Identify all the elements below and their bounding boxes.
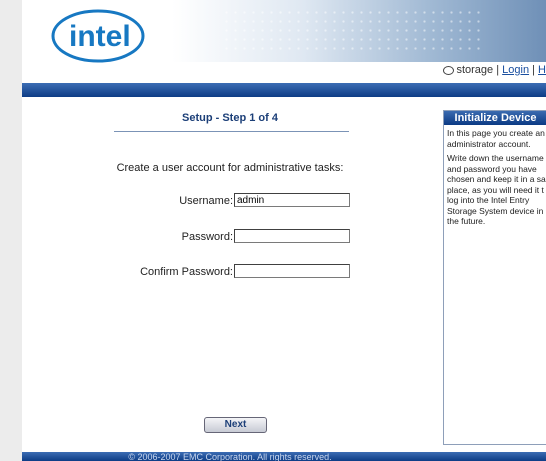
- password-input[interactable]: [234, 229, 350, 243]
- step-title: Setup - Step 1 of 4: [182, 112, 278, 124]
- globe-icon: [443, 65, 455, 75]
- copyright-text: © 2006-2007 EMC Corporation. All rights …: [128, 452, 332, 461]
- footer-bar: © 2006-2007 EMC Corporation. All rights …: [22, 452, 546, 461]
- password-label: Password:: [181, 231, 233, 243]
- confirm-password-row: Confirm Password:: [22, 264, 438, 280]
- intel-logo-text: intel: [69, 20, 131, 53]
- confirm-password-label: Confirm Password:: [140, 266, 233, 278]
- help-link[interactable]: H: [538, 64, 546, 76]
- help-paragraph: In this page you create an administrator…: [447, 128, 545, 149]
- link-separator: |: [496, 64, 500, 76]
- username-row: Username:: [22, 193, 438, 209]
- help-panel-title: Initialize Device: [444, 111, 546, 125]
- username-label: Username:: [179, 195, 233, 207]
- username-input[interactable]: [234, 193, 350, 207]
- instruction-text: Create a user account for administrative…: [116, 162, 344, 174]
- link-separator: |: [532, 64, 535, 76]
- navigation-bar: [22, 83, 546, 97]
- setup-form: Setup - Step 1 of 4 Create a user accoun…: [22, 97, 438, 452]
- title-divider: [114, 131, 349, 132]
- header-banner: intel storage | Login | H: [22, 0, 546, 83]
- confirm-password-input[interactable]: [234, 264, 350, 278]
- intel-logo: intel: [51, 9, 145, 63]
- storage-label: storage: [456, 64, 494, 76]
- login-link[interactable]: Login: [502, 64, 529, 76]
- header-links: storage | Login | H: [443, 64, 546, 76]
- help-paragraph: Write down the username and password you…: [447, 153, 546, 226]
- help-panel-body: In this page you create an administrator…: [444, 125, 546, 227]
- password-row: Password:: [22, 229, 438, 245]
- left-margin-strip: [0, 0, 22, 461]
- banner-pattern: [222, 8, 482, 52]
- help-panel: Initialize Device In this page you creat…: [443, 110, 546, 445]
- next-button[interactable]: Next: [204, 417, 267, 433]
